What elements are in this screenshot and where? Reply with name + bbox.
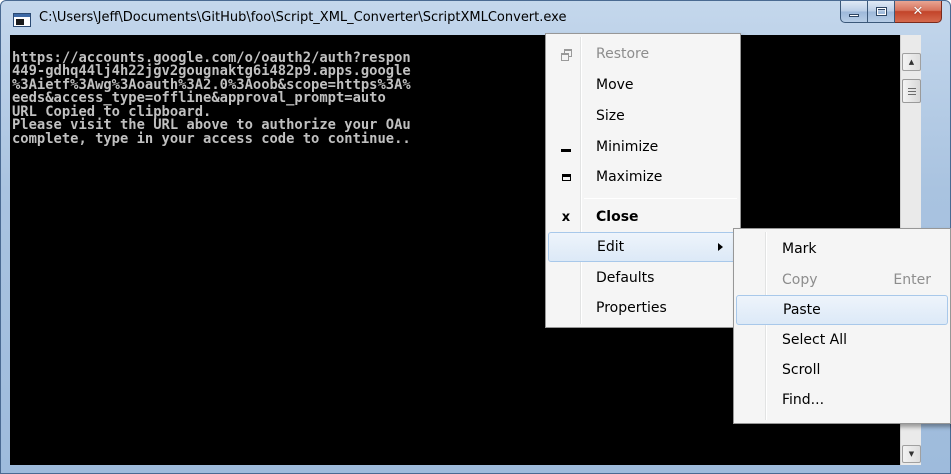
menu-item-scroll[interactable]: Scroll — [736, 356, 948, 386]
menu-item-label: Close — [596, 209, 639, 225]
menu-item-label: Maximize — [596, 169, 663, 185]
menu-item-label: Paste — [783, 302, 821, 318]
close-icon: x — [561, 209, 571, 225]
menu-item-defaults[interactable]: Defaults — [548, 264, 738, 294]
edit-submenu: Mark Copy Enter Paste Select All Scroll … — [733, 228, 951, 424]
maximize-button[interactable] — [868, 1, 895, 23]
menu-item-paste[interactable]: Paste — [736, 295, 948, 325]
menu-item-label: Size — [596, 108, 625, 124]
scroll-down-button[interactable]: ▼ — [902, 445, 921, 463]
title-bar[interactable]: C:\Users\Jeff\Documents\GitHub\foo\Scrip… — [1, 1, 950, 35]
maximize-icon — [558, 169, 574, 185]
menu-item-edit[interactable]: Edit — [548, 232, 738, 262]
menu-item-maximize[interactable]: Maximize — [548, 163, 738, 193]
console-app-icon[interactable] — [13, 13, 31, 27]
menu-item-label: Properties — [596, 300, 667, 316]
menu-item-restore[interactable]: Restore — [548, 40, 738, 70]
console-line: complete, type in your access code to co… — [12, 130, 411, 147]
close-button[interactable]: ✕ — [895, 1, 942, 23]
menu-item-properties[interactable]: Properties — [548, 294, 738, 324]
menu-item-label: Edit — [597, 239, 625, 255]
scroll-up-button[interactable]: ▲ — [902, 53, 921, 71]
menu-separator — [584, 198, 737, 199]
close-icon: ✕ — [912, 4, 924, 19]
grip-line — [908, 88, 916, 89]
submenu-arrow-icon — [718, 243, 723, 251]
menu-item-label: Defaults — [596, 270, 655, 286]
minimize-button[interactable] — [840, 1, 868, 23]
minimize-icon — [558, 139, 574, 155]
maximize-icon — [875, 7, 887, 16]
menu-item-label: Scroll — [782, 362, 821, 378]
arrow-down-icon: ▼ — [908, 450, 915, 458]
minimize-icon — [849, 14, 859, 17]
menu-item-label: Move — [596, 77, 634, 93]
menu-item-find[interactable]: Find... — [736, 386, 948, 416]
window-title: C:\Users\Jeff\Documents\GitHub\foo\Scrip… — [39, 10, 567, 25]
system-menu: Restore Move Size Minimize Maximize x Cl… — [545, 33, 741, 328]
menu-item-minimize[interactable]: Minimize — [548, 133, 738, 163]
menu-item-label: Mark — [782, 241, 817, 257]
menu-item-label: Find... — [782, 392, 825, 408]
menu-item-copy[interactable]: Copy Enter — [736, 266, 948, 296]
caption-buttons: ✕ — [840, 1, 942, 23]
menu-item-label: Restore — [596, 46, 650, 62]
arrow-up-icon: ▲ — [908, 58, 915, 66]
grip-line — [908, 94, 916, 95]
restore-icon — [558, 46, 574, 62]
menu-item-shortcut: Enter — [893, 272, 931, 288]
grip-line — [908, 91, 916, 92]
menu-item-mark[interactable]: Mark — [736, 235, 948, 265]
menu-item-move[interactable]: Move — [548, 71, 738, 101]
menu-item-select-all[interactable]: Select All — [736, 326, 948, 356]
menu-item-label: Minimize — [596, 139, 659, 155]
menu-item-size[interactable]: Size — [548, 102, 738, 132]
menu-item-close[interactable]: x Close — [548, 203, 738, 233]
menu-item-label: Copy — [782, 272, 818, 288]
menu-item-label: Select All — [782, 332, 847, 348]
scrollbar-thumb[interactable] — [902, 79, 921, 103]
